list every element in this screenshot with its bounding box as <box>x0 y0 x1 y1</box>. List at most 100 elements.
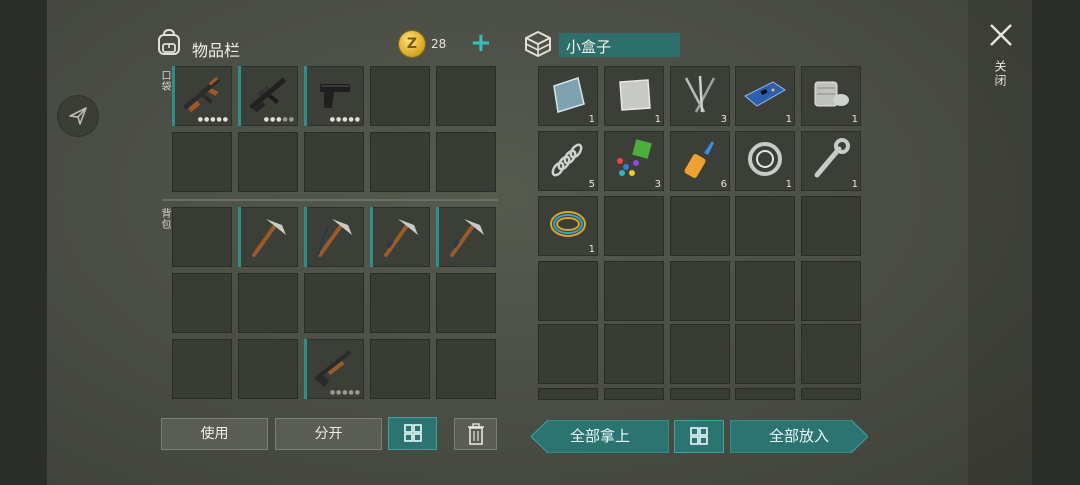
item-quantity: 1 <box>785 114 792 125</box>
container-slot-11[interactable]: 1 <box>538 196 598 256</box>
use-button[interactable]: 使用 <box>161 418 268 450</box>
glue-icon <box>684 141 714 178</box>
container-slot-29[interactable] <box>735 388 795 400</box>
container-slot-24[interactable] <box>735 324 795 384</box>
close-label[interactable]: 关闭 <box>992 60 1009 88</box>
container-slot-20[interactable] <box>801 261 861 321</box>
rifle-icon <box>249 77 287 113</box>
backpack-slot-5[interactable] <box>436 207 496 267</box>
durability-dots: ●●●●● <box>197 116 229 123</box>
put-all-button[interactable]: 全部放入 <box>730 420 868 453</box>
plastic-pieces-icon <box>617 139 652 176</box>
backpack-slot-2[interactable] <box>238 207 298 267</box>
add-coins-button[interactable]: + <box>470 30 492 56</box>
item-quantity: 3 <box>654 179 661 190</box>
container-slot-30[interactable] <box>801 388 861 400</box>
pocket-label: 口袋 <box>159 70 170 92</box>
item-quantity: 1 <box>785 179 792 190</box>
container-slot-5[interactable]: 1 <box>801 66 861 126</box>
backpack-icon <box>158 28 180 55</box>
pocket-slot-2[interactable]: ●●●●● <box>238 66 298 126</box>
container-slot-23[interactable] <box>670 324 730 384</box>
item-quantity: 1 <box>851 179 858 190</box>
container-slot-10[interactable]: 1 <box>801 131 861 191</box>
engine-parts-icon <box>814 81 849 107</box>
grid-icon <box>403 424 422 442</box>
container-slot-22[interactable] <box>604 324 664 384</box>
container-slot-19[interactable] <box>735 261 795 321</box>
backpack-slot-13[interactable]: ●●●●● <box>304 339 364 399</box>
container-slot-4[interactable]: 1 <box>735 66 795 126</box>
backpack-slot-14[interactable] <box>370 339 430 399</box>
container-slot-27[interactable] <box>604 388 664 400</box>
container-slot-8[interactable]: 6 <box>670 131 730 191</box>
pocket-slot-1[interactable]: ●●●●● <box>172 66 232 126</box>
container-slot-15[interactable] <box>801 196 861 256</box>
container-slot-9[interactable]: 1 <box>735 131 795 191</box>
container-slot-12[interactable] <box>604 196 664 256</box>
close-icon[interactable] <box>988 22 1014 48</box>
durability-dots: ●●●●● <box>263 116 295 123</box>
pocket-slot-8[interactable] <box>304 132 364 192</box>
take-all-button[interactable]: 全部拿上 <box>531 420 669 453</box>
container-slot-25[interactable] <box>801 324 861 384</box>
item-quantity: 5 <box>588 179 595 190</box>
pocket-slot-7[interactable] <box>238 132 298 192</box>
container-slot-6[interactable]: 5 <box>538 131 598 191</box>
slot-accent <box>370 207 373 267</box>
backpack-slot-1[interactable] <box>172 207 232 267</box>
pocket-slot-4[interactable] <box>370 66 430 126</box>
container-slot-14[interactable] <box>735 196 795 256</box>
item-quantity: 6 <box>720 179 727 190</box>
coin-count: 28 <box>431 37 447 51</box>
container-slot-28[interactable] <box>670 388 730 400</box>
container-slot-21[interactable] <box>538 324 598 384</box>
container-slot-3[interactable]: 3 <box>670 66 730 126</box>
trash-icon <box>467 423 484 445</box>
compass-button[interactable] <box>58 96 98 136</box>
container-slot-26[interactable] <box>538 388 598 400</box>
backpack-slot-3[interactable] <box>304 207 364 267</box>
nails-icon <box>684 75 716 113</box>
container-title: 小盒子 <box>566 38 612 56</box>
backpack-slot-10[interactable] <box>436 273 496 333</box>
pocket-slot-3[interactable]: ●●●●● <box>304 66 364 126</box>
container-slot-16[interactable] <box>538 261 598 321</box>
slot-accent <box>172 66 175 126</box>
backpack-slot-12[interactable] <box>238 339 298 399</box>
container-slot-2[interactable]: 1 <box>604 66 664 126</box>
backpack-slot-15[interactable] <box>436 339 496 399</box>
item-quantity: 1 <box>654 114 661 125</box>
pocket-slot-10[interactable] <box>436 132 496 192</box>
split-button[interactable]: 分开 <box>275 418 382 450</box>
container-slot-17[interactable] <box>604 261 664 321</box>
delete-button[interactable] <box>454 418 497 450</box>
container-slot-7[interactable]: 3 <box>604 131 664 191</box>
backpack-label: 背包 <box>159 208 170 230</box>
backpack-slot-4[interactable] <box>370 207 430 267</box>
pocket-slot-5[interactable] <box>436 66 496 126</box>
durability-dots: ●●●●● <box>329 116 361 123</box>
metal-plate-icon <box>553 77 585 113</box>
container-slot-1[interactable]: 1 <box>538 66 598 126</box>
slot-accent <box>304 207 307 267</box>
backpack-slot-11[interactable] <box>172 339 232 399</box>
bearing-icon <box>748 142 782 176</box>
container-slot-13[interactable] <box>670 196 730 256</box>
spring-icon <box>551 143 583 177</box>
grid-icon <box>690 427 708 445</box>
pocket-slot-6[interactable] <box>172 132 232 192</box>
item-quantity: 1 <box>851 114 858 125</box>
backpack-slot-8[interactable] <box>304 273 364 333</box>
sort-inventory-button[interactable] <box>388 417 437 450</box>
backpack-slot-7[interactable] <box>238 273 298 333</box>
backpack-slot-6[interactable] <box>172 273 232 333</box>
steel-sheet-icon <box>619 79 651 111</box>
backpack-slot-9[interactable] <box>370 273 430 333</box>
take-all-label: 全部拿上 <box>569 427 630 445</box>
inventory-title: 物品栏 <box>192 41 241 60</box>
pocket-slot-9[interactable] <box>370 132 430 192</box>
pistol-icon <box>320 84 350 108</box>
sort-container-button[interactable] <box>674 420 724 453</box>
container-slot-18[interactable] <box>670 261 730 321</box>
